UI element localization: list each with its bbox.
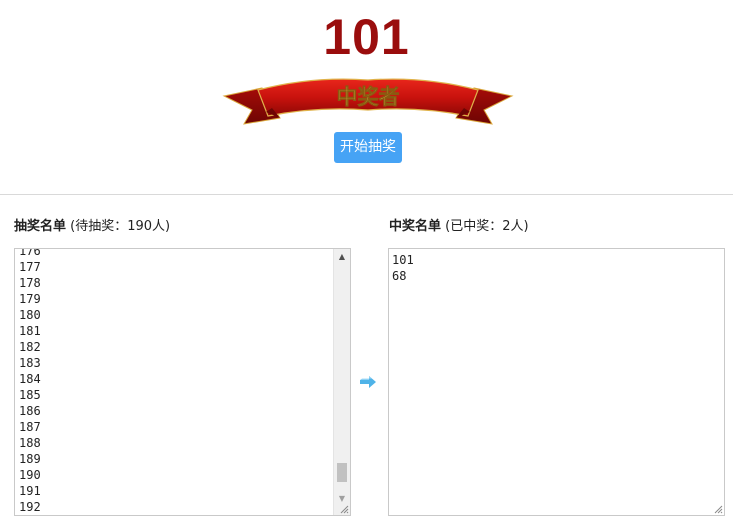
list-item: 191 [19, 484, 41, 498]
winner-list-heading: 中奖名单 (已中奖：2人) [389, 218, 529, 236]
list-item: 68 [392, 269, 407, 283]
draw-list-heading: 抽奖名单 (待抽奖：190人) [14, 218, 170, 236]
winner-list-textarea[interactable]: 101 68 [388, 248, 725, 516]
list-item: 179 [19, 292, 41, 306]
resize-grip-icon[interactable] [713, 504, 723, 514]
resize-grip-icon[interactable] [339, 504, 349, 514]
winner-list-title: 中奖名单 [389, 219, 442, 234]
start-draw-button[interactable]: 开始抽奖 [334, 132, 402, 163]
list-item: 186 [19, 404, 41, 418]
list-item: 184 [19, 372, 41, 386]
list-item: 192 [19, 500, 41, 514]
list-item: 188 [19, 436, 41, 450]
winner-list-lines: 101 68 [392, 252, 414, 284]
scroll-thumb[interactable] [337, 463, 347, 482]
list-item: 183 [19, 356, 41, 370]
list-item: 187 [19, 420, 41, 434]
ribbon-text: 中奖者 [337, 84, 400, 109]
draw-list-textarea[interactable]: 176 177 178 179 180 181 182 183 184 185 186 187 188 1… [14, 248, 351, 516]
list-item: 180 [19, 308, 41, 322]
arrow-right-icon [360, 376, 376, 388]
list-item: 181 [19, 324, 41, 338]
list-item: 190 [19, 468, 41, 482]
winner-list-status: (已中奖：2人) [441, 219, 529, 234]
list-item: 178 [19, 276, 41, 290]
draw-list-lines: 176 177 178 179 180 181 182 183 184 185 186 187 188 1… [19, 248, 41, 515]
ribbon-banner-icon: 中奖者 [222, 78, 514, 125]
section-divider [0, 194, 733, 195]
list-item: 176 [19, 248, 41, 258]
scroll-up-icon[interactable]: ▲ [334, 249, 350, 265]
winner-number: 101 [323, 9, 410, 65]
list-item: 177 [19, 260, 41, 274]
list-item: 101 [392, 253, 414, 267]
draw-list-status: (待抽奖：190人) [66, 219, 171, 234]
list-item: 189 [19, 452, 41, 466]
list-item: 182 [19, 340, 41, 354]
draw-list-title: 抽奖名单 [14, 219, 67, 234]
list-item: 185 [19, 388, 41, 402]
draw-list-scrollbar[interactable]: ▲ ▼ [333, 249, 350, 515]
